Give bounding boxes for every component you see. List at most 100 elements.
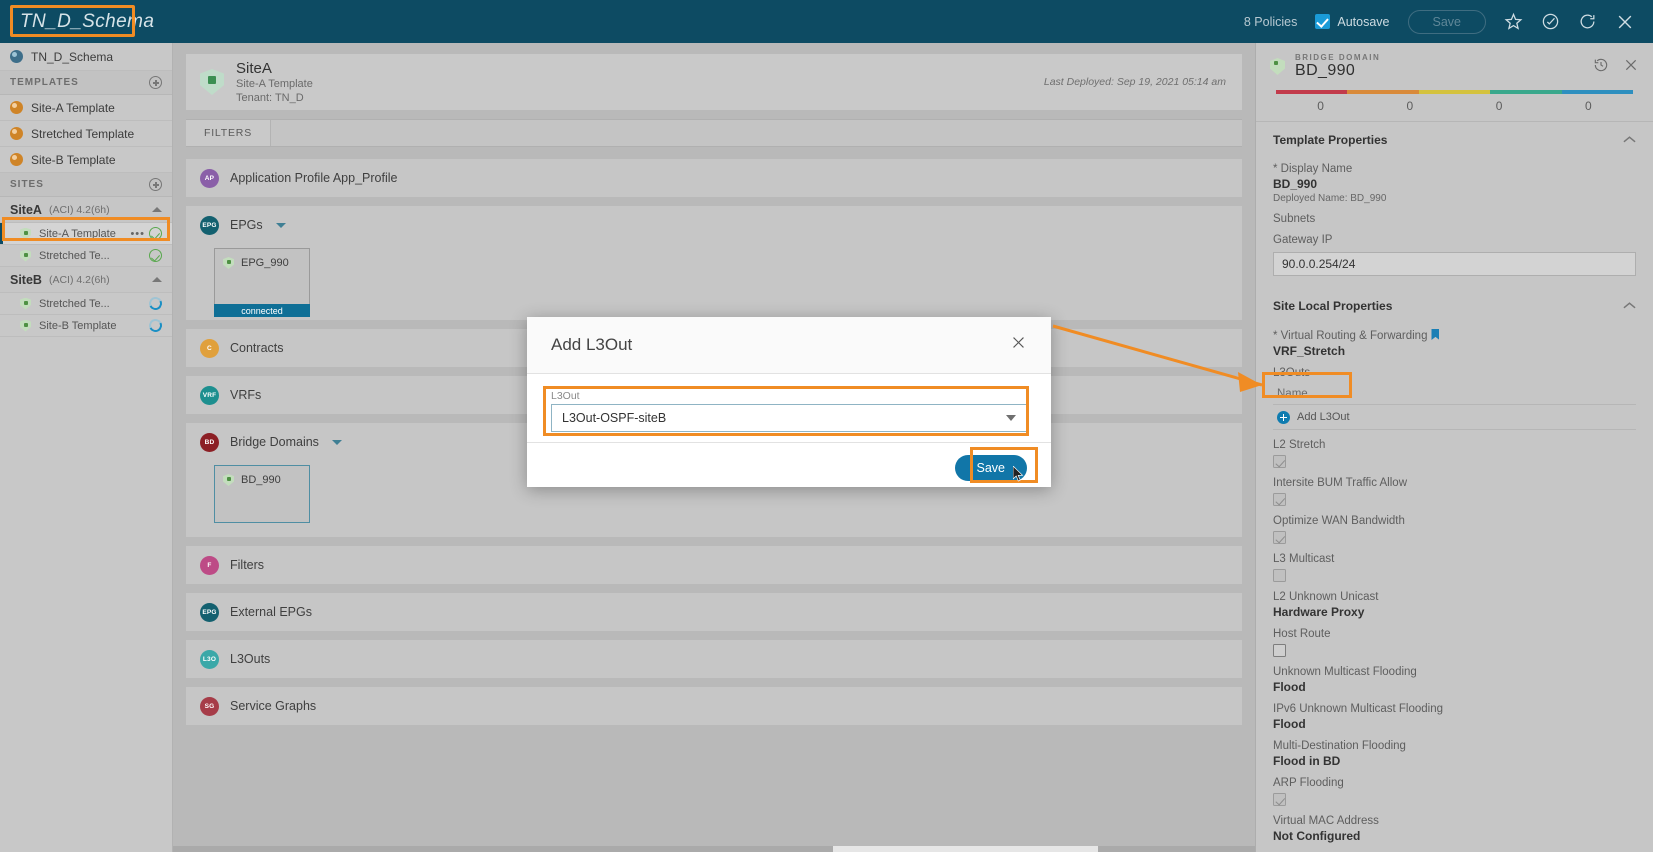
add-l3out-label: Add L3Out <box>1297 411 1350 423</box>
health-bar <box>1276 90 1634 94</box>
close-icon[interactable] <box>1615 12 1635 32</box>
policy-card-app-profile[interactable]: AP Application Profile App_Profile <box>186 159 1242 197</box>
properties-panel-header: BRIDGE DOMAIN BD_990 <box>1256 43 1653 86</box>
health-count-0: 0 <box>1317 99 1324 113</box>
section-heading: Template Properties <box>1273 133 1388 147</box>
arp-flooding-checkbox[interactable] <box>1273 793 1286 806</box>
section-template-properties[interactable]: Template Properties <box>1273 122 1636 154</box>
contract-badge-icon: C <box>200 338 219 358</box>
vrf-label: * Virtual Routing & Forwarding <box>1273 329 1636 342</box>
bd-object-card[interactable]: BD_990 <box>214 465 310 523</box>
section-heading: Site Local Properties <box>1273 299 1393 313</box>
add-template-icon[interactable] <box>149 76 162 89</box>
display-name-value: BD_990 <box>1273 177 1318 191</box>
autosave-checkbox-icon[interactable] <box>1315 14 1331 29</box>
panel-title: BD_990 <box>1295 62 1356 79</box>
star-icon[interactable] <box>1504 12 1523 31</box>
arp-flooding-label: ARP Flooding <box>1273 777 1344 789</box>
add-site-icon[interactable] <box>149 178 162 191</box>
chevron-up-icon[interactable] <box>1623 133 1636 147</box>
page-title: TN_D_Schema <box>20 10 155 32</box>
overflow-menu-icon[interactable]: ••• <box>130 228 145 240</box>
gateway-ip-value[interactable]: 90.0.0.254/24 <box>1273 252 1636 276</box>
l3out-select[interactable]: L3Out-OSPF-siteB <box>551 404 1027 432</box>
chevron-up-icon[interactable] <box>1623 299 1636 313</box>
sidebar-site-template-siteb-0[interactable]: Stretched Te... <box>0 293 172 315</box>
health-count-2: 0 <box>1495 99 1503 113</box>
last-deployed-text: Last Deployed: Sep 19, 2021 05:14 am <box>1043 76 1226 88</box>
sidebar-site-template-sitea-0[interactable]: Site-A Template ••• <box>0 223 172 245</box>
intersite-bum-checkbox[interactable] <box>1273 493 1286 506</box>
epg-object-card[interactable]: EPG_990 connected <box>214 248 310 317</box>
history-icon[interactable] <box>1593 57 1609 76</box>
template-header-card: SiteA Site-A Template Tenant: TN_D Last … <box>186 54 1242 110</box>
multi-destination-flooding-label: Multi-Destination Flooding <box>1273 740 1406 752</box>
status-badge: connected <box>214 304 310 317</box>
section-site-local-properties[interactable]: Site Local Properties <box>1273 288 1636 320</box>
site-meta: (ACI) 4.2(6h) <box>48 203 110 216</box>
top-bar-actions: 8 Policies Autosave Save <box>1244 9 1653 34</box>
chevron-down-icon[interactable] <box>275 222 286 228</box>
sidebar-site-template-sitea-1[interactable]: Stretched Te... <box>0 245 172 267</box>
shield-icon <box>200 69 224 95</box>
l3-multicast-checkbox[interactable] <box>1273 569 1286 582</box>
shield-icon <box>20 297 31 310</box>
status-deployed-icon <box>149 227 162 240</box>
chevron-down-icon[interactable] <box>331 439 342 445</box>
properties-panel: BRIDGE DOMAIN BD_990 0 0 0 0 Template Pr… <box>1255 43 1653 852</box>
sidebar-site-header-a[interactable]: SiteA (ACI) 4.2(6h) <box>0 197 172 223</box>
check-circle-icon[interactable] <box>1541 12 1560 31</box>
gateway-ip-label: Gateway IP <box>1273 234 1333 246</box>
sidebar-item-template-2[interactable]: Site-B Template <box>0 147 172 173</box>
close-icon[interactable] <box>1010 334 1027 356</box>
l2-stretch-checkbox[interactable] <box>1273 455 1286 468</box>
sidebar-item-label: Stretched Template <box>31 126 135 141</box>
sidebar-section-sites: SITES <box>0 173 172 197</box>
save-button-topbar[interactable]: Save <box>1407 9 1486 34</box>
scrollbar-thumb[interactable] <box>833 846 1098 852</box>
policy-card-service-graphs[interactable]: SG Service Graphs <box>186 687 1242 725</box>
host-route-checkbox[interactable] <box>1273 644 1286 657</box>
site-name: SiteA <box>10 202 42 217</box>
sidebar-item-label: Site-A Template <box>31 100 115 115</box>
top-bar: TN_D_Schema 8 Policies Autosave Save <box>0 0 1653 43</box>
sidebar-item-template-1[interactable]: Stretched Template <box>0 121 172 147</box>
filters-bar: FILTERS <box>186 119 1242 147</box>
sidebar-site-header-b[interactable]: SiteB (ACI) 4.2(6h) <box>0 267 172 293</box>
chevron-up-icon[interactable] <box>152 207 162 212</box>
add-l3out-button[interactable]: Add L3Out <box>1273 404 1636 430</box>
chevron-down-icon[interactable] <box>1006 415 1016 421</box>
policy-card-filters[interactable]: F Filters <box>186 546 1242 584</box>
site-title: SiteA <box>236 59 272 77</box>
sidebar-item-label: Site-B Template <box>39 319 117 332</box>
policy-label: External EPGs <box>230 605 312 619</box>
sidebar-item-template-0[interactable]: Site-A Template <box>0 95 172 121</box>
policy-card-external-epgs[interactable]: EPG External EPGs <box>186 593 1242 631</box>
autosave-toggle[interactable]: Autosave <box>1315 14 1390 29</box>
optimize-wan-checkbox[interactable] <box>1273 531 1286 544</box>
site-name: SiteB <box>10 272 42 287</box>
close-icon[interactable] <box>1623 57 1639 76</box>
l3out-field-label: L3Out <box>551 390 580 402</box>
horizontal-scrollbar[interactable] <box>173 846 1255 852</box>
policy-card-l3outs[interactable]: L3O L3Outs <box>186 640 1242 678</box>
policy-label: Filters <box>230 558 265 572</box>
shield-icon <box>20 227 31 240</box>
mso-schema-page: TN_D_Schema 8 Policies Autosave Save TN_… <box>0 0 1653 852</box>
sidebar-item-schema[interactable]: TN_D_Schema <box>0 43 172 71</box>
policy-card-epgs[interactable]: EPG EPGs EPG_990 connected <box>186 206 1242 320</box>
sites-header-label: SITES <box>10 179 44 190</box>
refresh-icon[interactable] <box>1578 12 1597 31</box>
ipv6-unknown-multicast-flooding-value: Flood <box>1273 717 1306 731</box>
unknown-multicast-flooding-label: Unknown Multicast Flooding <box>1273 666 1417 678</box>
sidebar-item-label: Site-A Template <box>39 227 116 240</box>
chevron-up-icon[interactable] <box>152 277 162 282</box>
site-meta: (ACI) 4.2(6h) <box>48 273 110 286</box>
shield-icon <box>20 249 31 262</box>
shield-icon <box>20 319 31 332</box>
l3outs-label: L3Outs <box>1273 367 1311 379</box>
sidebar-site-template-siteb-1[interactable]: Site-B Template <box>0 315 172 337</box>
dialog-footer: Save <box>527 442 1051 492</box>
save-button[interactable]: Save <box>954 454 1027 481</box>
tab-filters[interactable]: FILTERS <box>186 120 271 146</box>
